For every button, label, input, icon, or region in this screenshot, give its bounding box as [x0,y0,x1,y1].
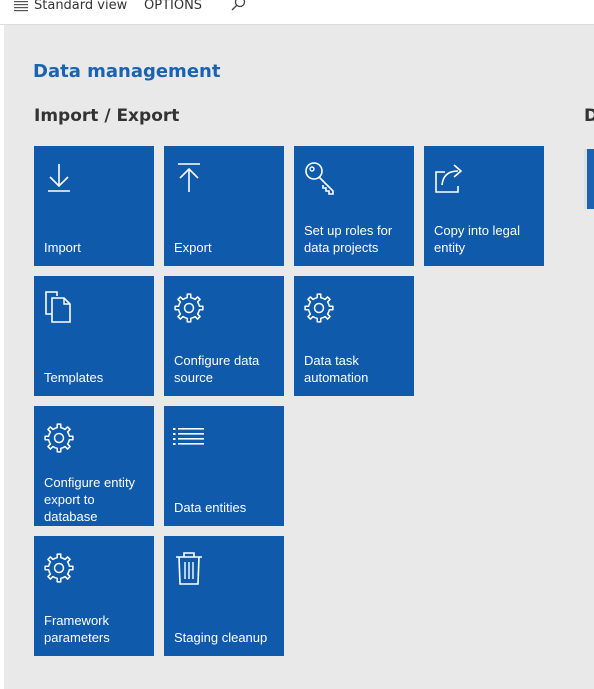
data-task-automation-tile-label: Data task automation [304,353,369,385]
configure-entity-export-tile[interactable]: Configure entity export to database [34,406,154,526]
gear-icon [304,293,334,323]
framework-parameters-tile[interactable]: Framework parameters [34,536,154,656]
import-tile[interactable]: Import [34,146,154,266]
action-bar: Standard view OPTIONS [0,0,594,25]
configure-entity-export-tile-label: Configure entity export to database [44,475,136,524]
upload-arrow-icon [178,163,200,192]
documents-icon [45,291,71,323]
staging-cleanup-tile-label: Staging cleanup [174,630,268,645]
partial-tile[interactable] [584,149,594,209]
copy-legal-entity-tile-label: Copy into legal entity [434,223,520,255]
next-section-title-partial: D [584,106,594,126]
configure-data-source-tile[interactable]: Configure data source [164,276,284,396]
export-tile[interactable]: Export [164,146,284,266]
gear-icon [174,293,204,323]
trash-icon [176,552,202,585]
standard-view-label: Standard view [34,0,128,13]
data-entities-tile[interactable]: Data entities [164,406,284,526]
workspace-panel: Data management Import / Export D Import… [4,25,594,689]
staging-cleanup-tile[interactable]: Staging cleanup [164,536,284,656]
standard-view-button[interactable]: Standard view [14,0,127,15]
list-icon [173,428,204,445]
download-arrow-icon [48,164,70,192]
key-icon [305,162,334,195]
search-icon [231,0,246,11]
templates-tile-label: Templates [44,370,104,385]
templates-tile[interactable]: Templates [34,276,154,396]
search-button[interactable] [230,0,246,12]
gear-icon [44,423,74,453]
framework-parameters-tile-label: Framework parameters [44,613,110,645]
gear-icon [44,553,74,583]
import-tile-label: Import [44,240,81,255]
options-button[interactable]: OPTIONS [144,0,202,15]
section-title-import-export: Import / Export [34,106,180,126]
share-icon [435,164,463,193]
setup-roles-tile-label: Set up roles for data projects [304,223,393,255]
page-title: Data management [33,61,221,82]
configure-data-source-tile-label: Configure data source [174,353,260,385]
copy-legal-entity-tile[interactable]: Copy into legal entity [424,146,544,266]
export-tile-label: Export [174,240,212,255]
setup-roles-tile[interactable]: Set up roles for data projects [294,146,414,266]
data-task-automation-tile[interactable]: Data task automation [294,276,414,396]
list-lines-icon [14,1,28,12]
data-entities-tile-label: Data entities [174,500,247,515]
